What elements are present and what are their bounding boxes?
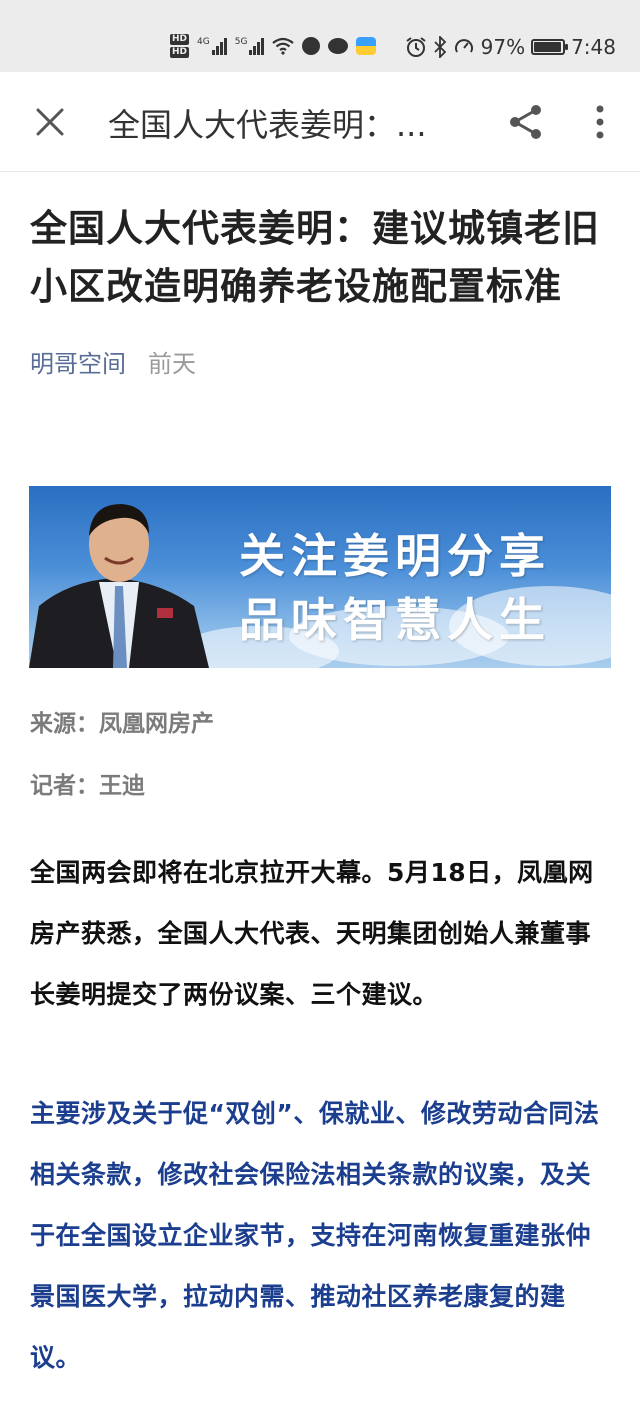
more-vertical-icon[interactable]	[586, 102, 614, 142]
hd-badge-2: HD	[170, 47, 190, 58]
status-left-icons: HD HD 4G 5G	[170, 26, 377, 66]
signal-4g-icon: 4G	[197, 37, 227, 55]
battery-fill	[534, 42, 562, 52]
app-notification-icon	[356, 37, 377, 55]
article-header: 全国人大代表姜明：建议城镇老旧小区改造明确养老设施配置标准 明哥空间 前天	[30, 200, 614, 379]
article-source: 来源：凤凰网房产	[30, 711, 214, 737]
bluetooth-icon	[433, 36, 446, 58]
close-icon[interactable]	[32, 104, 68, 140]
article-title: 全国人大代表姜明：建议城镇老旧小区改造明确养老设施配置标准	[30, 207, 600, 308]
page-title: 全国人大代表姜明：...	[108, 106, 427, 144]
person-photo	[29, 504, 209, 668]
status-right-icons: 97% 7:48	[405, 32, 616, 62]
wifi-icon	[272, 37, 295, 55]
clock: 7:48	[571, 35, 616, 59]
article-paragraph-1: 全国两会即将在北京拉开大幕。5月18日，凤凰网房产获悉，全国人大代表、天明集团创…	[30, 858, 594, 1009]
battery-icon	[531, 39, 569, 55]
hd-badge-1: HD	[170, 34, 190, 45]
battery-percent: 97%	[480, 35, 526, 59]
alarm-icon	[406, 37, 426, 57]
data-saver-icon	[454, 39, 473, 53]
article-paragraph-2: 主要涉及关于促“双创”、保就业、修改劳动合同法相关条款，修改社会保险法相关条款的…	[30, 1099, 600, 1372]
share-icon[interactable]	[506, 102, 546, 142]
article-meta: 明哥空间 前天	[30, 344, 614, 379]
banner-image: 关注姜明分享 品味智慧人生	[29, 486, 611, 668]
banner-text-line1: 关注姜明分享	[239, 529, 551, 583]
author-link[interactable]: 明哥空间	[30, 344, 126, 379]
message-icon	[328, 38, 349, 54]
banner-text-line2: 品味智慧人生	[239, 593, 551, 647]
notification-icon	[302, 37, 321, 55]
article-reporter: 记者：王迪	[30, 773, 145, 799]
publish-time: 前天	[148, 350, 196, 378]
hd-badges: HD HD	[170, 34, 190, 58]
status-bar: HD HD 4G 5G 97% 7:48	[0, 0, 640, 72]
signal-5g-icon: 5G	[235, 37, 265, 55]
app-bar: 全国人大代表姜明：...	[0, 72, 640, 172]
